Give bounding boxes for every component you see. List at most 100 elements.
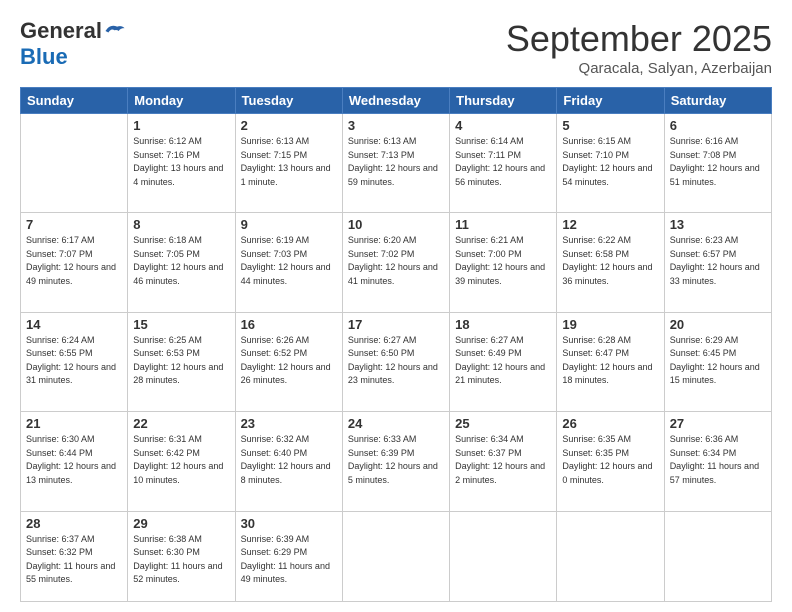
day-number: 9 [241, 217, 337, 232]
col-thursday: Thursday [450, 88, 557, 114]
day-number: 18 [455, 317, 551, 332]
day-number: 23 [241, 416, 337, 431]
day-number: 29 [133, 516, 229, 531]
cell-info: Sunrise: 6:26 AMSunset: 6:52 PMDaylight:… [241, 335, 331, 386]
cell-info: Sunrise: 6:30 AMSunset: 6:44 PMDaylight:… [26, 434, 116, 485]
table-row: 26 Sunrise: 6:35 AMSunset: 6:35 PMDaylig… [557, 412, 664, 511]
cell-info: Sunrise: 6:16 AMSunset: 7:08 PMDaylight:… [670, 136, 760, 187]
day-number: 3 [348, 118, 444, 133]
cell-info: Sunrise: 6:21 AMSunset: 7:00 PMDaylight:… [455, 235, 545, 286]
calendar-header-row: Sunday Monday Tuesday Wednesday Thursday… [21, 88, 772, 114]
table-row: 15 Sunrise: 6:25 AMSunset: 6:53 PMDaylig… [128, 312, 235, 411]
day-number: 27 [670, 416, 766, 431]
table-row: 22 Sunrise: 6:31 AMSunset: 6:42 PMDaylig… [128, 412, 235, 511]
cell-info: Sunrise: 6:18 AMSunset: 7:05 PMDaylight:… [133, 235, 223, 286]
col-wednesday: Wednesday [342, 88, 449, 114]
cell-info: Sunrise: 6:13 AMSunset: 7:15 PMDaylight:… [241, 136, 331, 187]
logo-general-text: General [20, 18, 102, 44]
cell-info: Sunrise: 6:20 AMSunset: 7:02 PMDaylight:… [348, 235, 438, 286]
table-row: 16 Sunrise: 6:26 AMSunset: 6:52 PMDaylig… [235, 312, 342, 411]
cell-info: Sunrise: 6:39 AMSunset: 6:29 PMDaylight:… [241, 534, 330, 585]
day-number: 11 [455, 217, 551, 232]
col-friday: Friday [557, 88, 664, 114]
table-row: 10 Sunrise: 6:20 AMSunset: 7:02 PMDaylig… [342, 213, 449, 312]
table-row: 3 Sunrise: 6:13 AMSunset: 7:13 PMDayligh… [342, 114, 449, 213]
day-number: 4 [455, 118, 551, 133]
cell-info: Sunrise: 6:27 AMSunset: 6:49 PMDaylight:… [455, 335, 545, 386]
cell-info: Sunrise: 6:37 AMSunset: 6:32 PMDaylight:… [26, 534, 115, 585]
cell-info: Sunrise: 6:25 AMSunset: 6:53 PMDaylight:… [133, 335, 223, 386]
table-row: 28 Sunrise: 6:37 AMSunset: 6:32 PMDaylig… [21, 511, 128, 601]
cell-info: Sunrise: 6:17 AMSunset: 7:07 PMDaylight:… [26, 235, 116, 286]
table-row: 18 Sunrise: 6:27 AMSunset: 6:49 PMDaylig… [450, 312, 557, 411]
table-row: 14 Sunrise: 6:24 AMSunset: 6:55 PMDaylig… [21, 312, 128, 411]
cell-info: Sunrise: 6:24 AMSunset: 6:55 PMDaylight:… [26, 335, 116, 386]
day-number: 1 [133, 118, 229, 133]
day-number: 25 [455, 416, 551, 431]
table-row: 5 Sunrise: 6:15 AMSunset: 7:10 PMDayligh… [557, 114, 664, 213]
day-number: 10 [348, 217, 444, 232]
day-number: 12 [562, 217, 658, 232]
day-number: 16 [241, 317, 337, 332]
logo-blue-text: Blue [20, 44, 68, 69]
table-row: 24 Sunrise: 6:33 AMSunset: 6:39 PMDaylig… [342, 412, 449, 511]
table-row: 21 Sunrise: 6:30 AMSunset: 6:44 PMDaylig… [21, 412, 128, 511]
cell-info: Sunrise: 6:38 AMSunset: 6:30 PMDaylight:… [133, 534, 222, 585]
calendar-table: Sunday Monday Tuesday Wednesday Thursday… [20, 87, 772, 602]
cell-info: Sunrise: 6:23 AMSunset: 6:57 PMDaylight:… [670, 235, 760, 286]
day-number: 21 [26, 416, 122, 431]
table-row: 29 Sunrise: 6:38 AMSunset: 6:30 PMDaylig… [128, 511, 235, 601]
cell-info: Sunrise: 6:33 AMSunset: 6:39 PMDaylight:… [348, 434, 438, 485]
cell-info: Sunrise: 6:12 AMSunset: 7:16 PMDaylight:… [133, 136, 223, 187]
cell-info: Sunrise: 6:22 AMSunset: 6:58 PMDaylight:… [562, 235, 652, 286]
table-row [21, 114, 128, 213]
cell-info: Sunrise: 6:14 AMSunset: 7:11 PMDaylight:… [455, 136, 545, 187]
table-row: 12 Sunrise: 6:22 AMSunset: 6:58 PMDaylig… [557, 213, 664, 312]
cell-info: Sunrise: 6:29 AMSunset: 6:45 PMDaylight:… [670, 335, 760, 386]
cell-info: Sunrise: 6:28 AMSunset: 6:47 PMDaylight:… [562, 335, 652, 386]
table-row: 30 Sunrise: 6:39 AMSunset: 6:29 PMDaylig… [235, 511, 342, 601]
table-row: 4 Sunrise: 6:14 AMSunset: 7:11 PMDayligh… [450, 114, 557, 213]
day-number: 8 [133, 217, 229, 232]
table-row: 11 Sunrise: 6:21 AMSunset: 7:00 PMDaylig… [450, 213, 557, 312]
cell-info: Sunrise: 6:32 AMSunset: 6:40 PMDaylight:… [241, 434, 331, 485]
table-row: 17 Sunrise: 6:27 AMSunset: 6:50 PMDaylig… [342, 312, 449, 411]
table-row: 7 Sunrise: 6:17 AMSunset: 7:07 PMDayligh… [21, 213, 128, 312]
cell-info: Sunrise: 6:27 AMSunset: 6:50 PMDaylight:… [348, 335, 438, 386]
logo: General Blue [20, 18, 126, 70]
table-row: 1 Sunrise: 6:12 AMSunset: 7:16 PMDayligh… [128, 114, 235, 213]
day-number: 26 [562, 416, 658, 431]
day-number: 28 [26, 516, 122, 531]
day-number: 19 [562, 317, 658, 332]
table-row [664, 511, 771, 601]
table-row: 20 Sunrise: 6:29 AMSunset: 6:45 PMDaylig… [664, 312, 771, 411]
table-row: 2 Sunrise: 6:13 AMSunset: 7:15 PMDayligh… [235, 114, 342, 213]
day-number: 7 [26, 217, 122, 232]
table-row [557, 511, 664, 601]
day-number: 20 [670, 317, 766, 332]
cell-info: Sunrise: 6:15 AMSunset: 7:10 PMDaylight:… [562, 136, 652, 187]
day-number: 22 [133, 416, 229, 431]
location-subtitle: Qaracala, Salyan, Azerbaijan [506, 60, 772, 77]
cell-info: Sunrise: 6:34 AMSunset: 6:37 PMDaylight:… [455, 434, 545, 485]
header: General Blue September 2025 Qaracala, Sa… [20, 18, 772, 77]
day-number: 2 [241, 118, 337, 133]
cell-info: Sunrise: 6:31 AMSunset: 6:42 PMDaylight:… [133, 434, 223, 485]
cell-info: Sunrise: 6:35 AMSunset: 6:35 PMDaylight:… [562, 434, 652, 485]
table-row: 23 Sunrise: 6:32 AMSunset: 6:40 PMDaylig… [235, 412, 342, 511]
col-tuesday: Tuesday [235, 88, 342, 114]
day-number: 14 [26, 317, 122, 332]
cell-info: Sunrise: 6:13 AMSunset: 7:13 PMDaylight:… [348, 136, 438, 187]
table-row: 8 Sunrise: 6:18 AMSunset: 7:05 PMDayligh… [128, 213, 235, 312]
table-row: 19 Sunrise: 6:28 AMSunset: 6:47 PMDaylig… [557, 312, 664, 411]
col-saturday: Saturday [664, 88, 771, 114]
cell-info: Sunrise: 6:19 AMSunset: 7:03 PMDaylight:… [241, 235, 331, 286]
table-row: 27 Sunrise: 6:36 AMSunset: 6:34 PMDaylig… [664, 412, 771, 511]
logo-bird-icon [104, 22, 126, 40]
col-monday: Monday [128, 88, 235, 114]
day-number: 24 [348, 416, 444, 431]
table-row [342, 511, 449, 601]
cell-info: Sunrise: 6:36 AMSunset: 6:34 PMDaylight:… [670, 434, 759, 485]
day-number: 5 [562, 118, 658, 133]
table-row: 9 Sunrise: 6:19 AMSunset: 7:03 PMDayligh… [235, 213, 342, 312]
